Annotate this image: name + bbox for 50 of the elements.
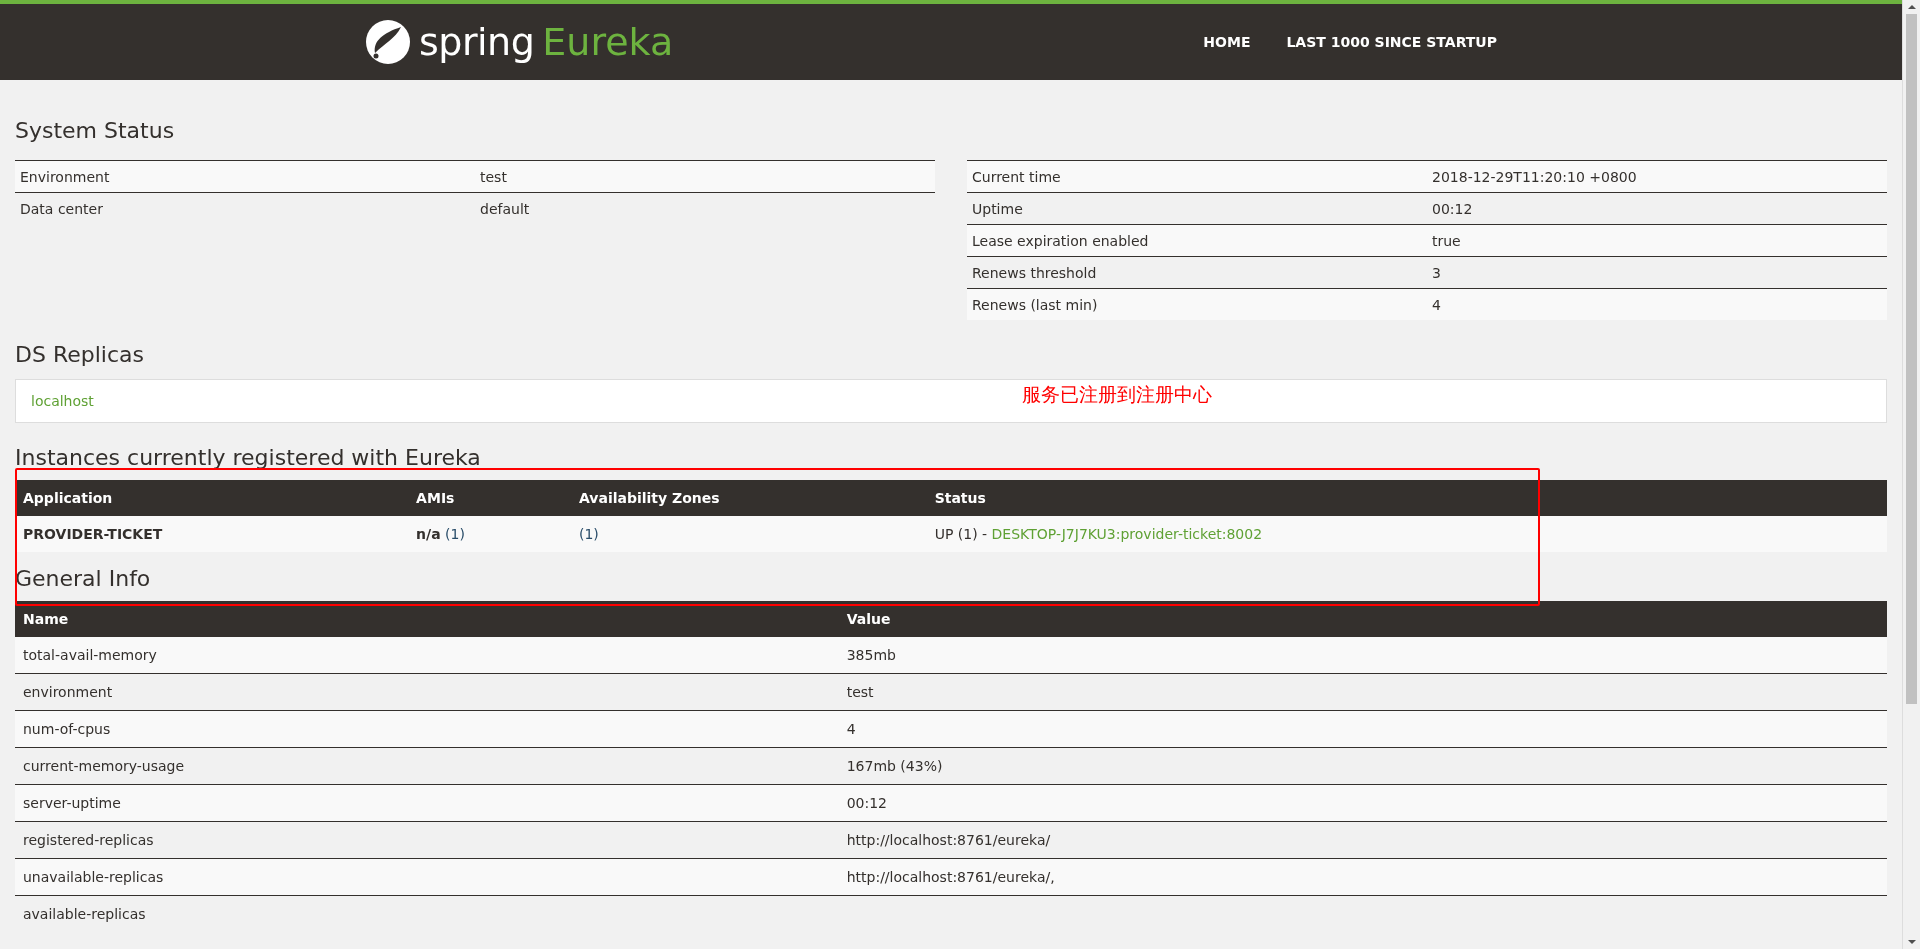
status-label: Renews threshold bbox=[967, 256, 1427, 289]
column-header: Status bbox=[926, 480, 1887, 516]
table-cell: unavailable-replicas bbox=[15, 858, 839, 896]
table-cell: server-uptime bbox=[15, 784, 839, 822]
table-cell: available-replicas bbox=[15, 895, 839, 932]
table-cell: http://localhost:8761/eureka/, bbox=[838, 858, 1887, 896]
table-cell: total-avail-memory bbox=[15, 637, 839, 674]
scrollbar[interactable] bbox=[1902, 0, 1920, 949]
nav-link[interactable]: HOME bbox=[1203, 34, 1251, 50]
status-label: Environment bbox=[15, 160, 475, 193]
table-cell: 167mb (43%) bbox=[838, 747, 1887, 785]
annotation-note: 服务已注册到注册中心 bbox=[1022, 382, 1212, 407]
table-cell: http://localhost:8761/eureka/ bbox=[838, 821, 1887, 859]
status-value: 3 bbox=[1427, 256, 1887, 289]
leaf-logo-icon bbox=[365, 19, 411, 65]
column-header: Value bbox=[838, 601, 1887, 637]
status-label: Lease expiration enabled bbox=[967, 224, 1427, 257]
nav-link[interactable]: LAST 1000 SINCE STARTUP bbox=[1286, 34, 1497, 50]
status-label: Uptime bbox=[967, 192, 1427, 225]
status-label: Data center bbox=[15, 192, 475, 224]
section-title: General Info bbox=[15, 566, 152, 591]
status-value: 00:12 bbox=[1427, 192, 1887, 225]
status-value: test bbox=[475, 160, 935, 193]
table-cell: environment bbox=[15, 673, 839, 711]
section-title: System Status bbox=[15, 118, 176, 143]
status-text: UP (1) - bbox=[934, 526, 988, 542]
column-header: Availability Zones bbox=[570, 480, 927, 516]
table-cell: 00:12 bbox=[838, 784, 1887, 822]
table-cell: 4 bbox=[838, 710, 1887, 748]
status-label: Current time bbox=[967, 160, 1427, 193]
table-cell: num-of-cpus bbox=[15, 710, 839, 748]
status-value: 2018-12-29T11:20:10 +0800 bbox=[1427, 160, 1887, 193]
column-header: AMIs bbox=[408, 480, 571, 516]
status-value: true bbox=[1427, 224, 1887, 257]
status-label: Renews (last min) bbox=[967, 288, 1427, 320]
column-header: Name bbox=[15, 601, 839, 637]
brand-name: spring bbox=[419, 20, 535, 64]
status-value: 4 bbox=[1427, 288, 1887, 320]
table-cell: test bbox=[838, 673, 1887, 711]
table-cell: registered-replicas bbox=[15, 821, 839, 859]
table-cell: current-memory-usage bbox=[15, 747, 839, 785]
section-title: DS Replicas bbox=[15, 342, 145, 367]
section-title: Instances currently registered with Eureka bbox=[15, 445, 482, 470]
table-cell: PROVIDER-TICKET bbox=[15, 516, 409, 552]
product-name: Eureka bbox=[542, 20, 674, 64]
table-cell: n/a (1) bbox=[408, 516, 571, 552]
status-value: default bbox=[475, 192, 935, 224]
table-cell: 385mb bbox=[838, 637, 1887, 674]
column-header: Application bbox=[15, 480, 409, 516]
table-cell: (1) bbox=[570, 516, 927, 552]
